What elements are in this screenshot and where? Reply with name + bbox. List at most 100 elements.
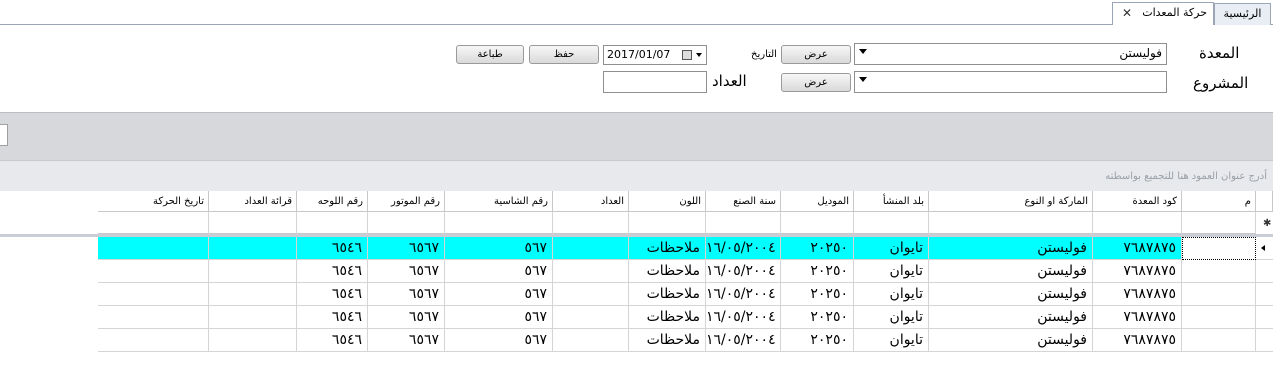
cell-col-movement-date[interactable] bbox=[98, 306, 209, 329]
cell-col-counter[interactable] bbox=[553, 237, 629, 260]
cell-col-counter[interactable] bbox=[553, 283, 629, 306]
cell-col-engine[interactable]: ٦٥٦٧ bbox=[368, 329, 445, 352]
cell-col-movement-date[interactable] bbox=[98, 329, 209, 352]
row-selector[interactable] bbox=[1256, 260, 1273, 283]
cell-col-color[interactable]: ملاحظات bbox=[629, 237, 706, 260]
cell-col-color[interactable]: ملاحظات bbox=[629, 306, 706, 329]
cell-col-model[interactable]: ٢٠٢٥٠ bbox=[781, 306, 854, 329]
date-dropdown-icon[interactable] bbox=[696, 53, 702, 57]
filter-col-color[interactable] bbox=[629, 212, 706, 234]
header-col-movement-date[interactable]: تاريخ الحركة bbox=[98, 191, 209, 212]
cell-col-m[interactable] bbox=[1182, 306, 1256, 329]
cell-col-chassis[interactable]: ٥٦٧ bbox=[445, 329, 553, 352]
cell-col-year[interactable]: ١٦/٠٥/٢٠٠٤ bbox=[706, 329, 781, 352]
cell-col-counter[interactable] bbox=[553, 306, 629, 329]
filter-col-engine[interactable] bbox=[368, 212, 445, 234]
group-by-panel[interactable]: أدرج عنوان العمود هنا للتجميع بواسطته bbox=[0, 160, 1273, 191]
cell-col-m[interactable] bbox=[1182, 260, 1256, 283]
date-picker[interactable]: 2017/01/07 bbox=[603, 45, 707, 65]
cell-col-brand[interactable]: فوليستن bbox=[929, 260, 1093, 283]
cell-col-chassis[interactable]: ٥٦٧ bbox=[445, 283, 553, 306]
cell-col-brand[interactable]: فوليستن bbox=[929, 306, 1093, 329]
filter-col-year[interactable] bbox=[706, 212, 781, 234]
print-button[interactable]: طباعة bbox=[456, 45, 524, 64]
cell-col-brand[interactable]: فوليستن bbox=[929, 237, 1093, 260]
header-col-engine[interactable]: رقم الموتور bbox=[368, 191, 445, 212]
cell-col-equipment-code[interactable]: ٧٦٨٧٨٧٥ bbox=[1093, 306, 1182, 329]
show-equipment-button[interactable]: عرض bbox=[781, 45, 851, 64]
equipment-combo[interactable]: فوليستن bbox=[854, 43, 1167, 65]
filter-col-counter-reading[interactable] bbox=[209, 212, 297, 234]
cell-col-origin[interactable]: تايوان bbox=[854, 329, 929, 352]
cell-col-m[interactable] bbox=[1182, 237, 1256, 260]
filter-col-equipment-code[interactable] bbox=[1093, 212, 1182, 234]
cell-col-engine[interactable]: ٦٥٦٧ bbox=[368, 283, 445, 306]
cell-col-counter-reading[interactable] bbox=[209, 306, 297, 329]
calendar-icon[interactable] bbox=[682, 50, 692, 60]
table-row[interactable]: ٧٦٨٧٨٧٥ فوليستن تايوان ٢٠٢٥٠ ١٦/٠٥/٢٠٠٤ ملاحظ… bbox=[0, 260, 1273, 283]
header-col-counter[interactable]: العداد bbox=[553, 191, 629, 212]
tab-home[interactable]: الرئيسية bbox=[1214, 3, 1271, 25]
cell-col-movement-date[interactable] bbox=[98, 283, 209, 306]
cell-col-chassis[interactable]: ٥٦٧ bbox=[445, 306, 553, 329]
filter-col-chassis[interactable] bbox=[445, 212, 553, 234]
cell-col-origin[interactable]: تايوان bbox=[854, 306, 929, 329]
cell-col-plate[interactable]: ٦٥٤٦ bbox=[297, 283, 368, 306]
cell-col-model[interactable]: ٢٠٢٥٠ bbox=[781, 237, 854, 260]
cell-col-brand[interactable]: فوليستن bbox=[929, 329, 1093, 352]
header-col-equipment-code[interactable]: كود المعدة bbox=[1093, 191, 1182, 212]
chevron-down-icon[interactable] bbox=[859, 49, 867, 54]
header-col-brand[interactable]: الماركة او النوع bbox=[929, 191, 1093, 212]
header-col-counter-reading[interactable]: قرائة العداد bbox=[209, 191, 297, 212]
cell-col-year[interactable]: ١٦/٠٥/٢٠٠٤ bbox=[706, 260, 781, 283]
cell-col-counter-reading[interactable] bbox=[209, 283, 297, 306]
show-project-button[interactable]: عرض bbox=[781, 73, 851, 92]
table-row[interactable]: ٧٦٨٧٨٧٥ فوليستن تايوان ٢٠٢٥٠ ١٦/٠٥/٢٠٠٤ ملاحظ… bbox=[0, 329, 1273, 352]
filter-col-counter[interactable] bbox=[553, 212, 629, 234]
header-col-plate[interactable]: رقم اللوحه bbox=[297, 191, 368, 212]
cell-col-engine[interactable]: ٦٥٦٧ bbox=[368, 260, 445, 283]
cell-col-year[interactable]: ١٦/٠٥/٢٠٠٤ bbox=[706, 283, 781, 306]
cell-col-plate[interactable]: ٦٥٤٦ bbox=[297, 306, 368, 329]
cell-col-chassis[interactable]: ٥٦٧ bbox=[445, 260, 553, 283]
row-selector[interactable] bbox=[1256, 237, 1273, 260]
cell-col-model[interactable]: ٢٠٢٥٠ bbox=[781, 283, 854, 306]
filter-col-model[interactable] bbox=[781, 212, 854, 234]
tab-equipment-movement[interactable]: ✕ حركة المعدات bbox=[1112, 2, 1214, 25]
save-button[interactable]: حفظ bbox=[529, 45, 599, 64]
cell-col-equipment-code[interactable]: ٧٦٨٧٨٧٥ bbox=[1093, 283, 1182, 306]
row-selector[interactable] bbox=[1256, 283, 1273, 306]
cell-col-counter[interactable] bbox=[553, 329, 629, 352]
cell-col-brand[interactable]: فوليستن bbox=[929, 283, 1093, 306]
cell-col-counter-reading[interactable] bbox=[209, 237, 297, 260]
table-row[interactable]: ٧٦٨٧٨٧٥ فوليستن تايوان ٢٠٢٥٠ ١٦/٠٥/٢٠٠٤ ملاحظ… bbox=[0, 283, 1273, 306]
cell-col-chassis[interactable]: ٥٦٧ bbox=[445, 237, 553, 260]
filter-col-plate[interactable] bbox=[297, 212, 368, 234]
cell-col-counter-reading[interactable] bbox=[209, 329, 297, 352]
table-row[interactable]: ٧٦٨٧٨٧٥ فوليستن تايوان ٢٠٢٥٠ ١٦/٠٥/٢٠٠٤ ملاحظ… bbox=[0, 306, 1273, 329]
cell-col-engine[interactable]: ٦٥٦٧ bbox=[368, 306, 445, 329]
cell-col-color[interactable]: ملاحظات bbox=[629, 260, 706, 283]
counter-input[interactable] bbox=[603, 71, 707, 93]
cell-col-plate[interactable]: ٦٥٤٦ bbox=[297, 329, 368, 352]
cell-col-model[interactable]: ٢٠٢٥٠ bbox=[781, 260, 854, 283]
header-col-m[interactable]: م bbox=[1182, 191, 1256, 212]
header-col-color[interactable]: اللون bbox=[629, 191, 706, 212]
cell-col-model[interactable]: ٢٠٢٥٠ bbox=[781, 329, 854, 352]
row-selector[interactable] bbox=[1256, 306, 1273, 329]
cell-col-equipment-code[interactable]: ٧٦٨٧٨٧٥ bbox=[1093, 329, 1182, 352]
cell-col-origin[interactable]: تايوان bbox=[854, 237, 929, 260]
cell-col-movement-date[interactable] bbox=[98, 260, 209, 283]
cell-col-origin[interactable]: تايوان bbox=[854, 283, 929, 306]
project-combo[interactable] bbox=[854, 71, 1167, 93]
cell-col-plate[interactable]: ٦٥٤٦ bbox=[297, 260, 368, 283]
close-icon[interactable]: ✕ bbox=[1122, 3, 1132, 23]
cell-col-year[interactable]: ١٦/٠٥/٢٠٠٤ bbox=[706, 306, 781, 329]
header-col-chassis[interactable]: رقم الشاسية bbox=[445, 191, 553, 212]
cell-col-m[interactable] bbox=[1182, 283, 1256, 306]
filter-col-m[interactable] bbox=[1182, 212, 1256, 234]
filter-col-movement-date[interactable] bbox=[98, 212, 209, 234]
cell-col-plate[interactable]: ٦٥٤٦ bbox=[297, 237, 368, 260]
header-col-year[interactable]: سنة الصنع bbox=[706, 191, 781, 212]
cell-col-counter-reading[interactable] bbox=[209, 260, 297, 283]
